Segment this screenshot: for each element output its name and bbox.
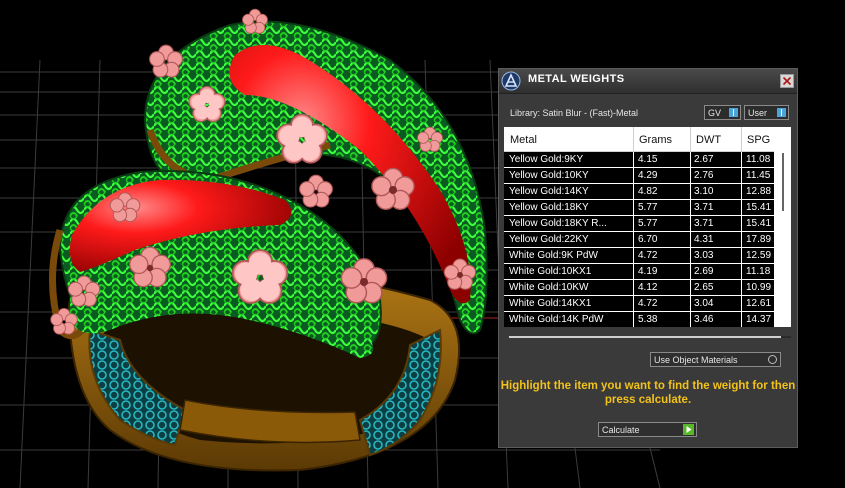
grams-cell: 5.38 [638,314,658,325]
dwt-cell: 3.03 [694,250,714,261]
play-arrow-icon [683,424,694,435]
table-row[interactable]: Yellow Gold:22KY 6.70 4.31 17.89 [504,232,774,248]
header-metal[interactable]: Metal [510,134,537,146]
table-row[interactable]: Yellow Gold:14KY 4.82 3.10 12.88 [504,184,774,200]
header-grams[interactable]: Grams [639,134,672,146]
header-dwt[interactable]: DWT [696,134,721,146]
spg-cell: 17.89 [746,234,772,245]
grams-cell: 4.12 [638,282,658,293]
dwt-cell: 3.71 [694,202,714,213]
metal-weights-table: Metal Grams DWT SPG Yellow Gold:9KY 4.15 2… [504,127,791,327]
dwt-cell: 3.10 [694,186,714,197]
spg-cell: 15.41 [746,202,772,213]
metal-cell: Yellow Gold:22KY [509,234,589,245]
close-icon [782,76,792,86]
spg-cell: 11.08 [746,154,771,165]
panel-titlebar[interactable]: METAL WEIGHTS [499,69,797,94]
dwt-cell: 2.76 [694,170,714,181]
ring-model[interactable] [49,8,488,472]
use-object-materials-toggle[interactable]: Use Object Materials [650,352,781,367]
grams-cell: 4.29 [638,170,658,181]
table-row[interactable]: White Gold:14KX1 4.72 3.04 12.61 [504,296,774,312]
dwt-cell: 3.04 [694,298,714,309]
table-row[interactable]: Yellow Gold:10KY 4.29 2.76 11.45 [504,168,774,184]
horizontal-scroll-thumb[interactable] [509,336,781,338]
grams-cell: 4.82 [638,186,658,197]
spg-cell: 14.37 [746,314,772,325]
instruction-text: Highlight the item you want to find the … [500,380,796,406]
metal-cell: Yellow Gold:18KY R... [509,218,607,229]
gv-toggle-label: GV [708,108,722,118]
close-button[interactable] [780,74,794,88]
vertical-scrollbar[interactable] [775,127,791,327]
calculate-button[interactable]: Calculate [598,422,697,437]
table-row[interactable]: Yellow Gold:9KY 4.15 2.67 11.08 [504,152,774,168]
table-row[interactable]: White Gold:14K PdW 5.38 3.46 14.37 [504,312,774,327]
grams-cell: 4.72 [638,298,658,309]
metal-cell: White Gold:10KX1 [509,266,592,277]
grams-cell: 6.70 [638,234,658,245]
dwt-cell: 2.69 [694,266,714,277]
gv-toggle[interactable]: GV [704,105,741,120]
dwt-cell: 2.67 [694,154,714,165]
library-label: Library: Satin Blur - (Fast)-Metal [510,108,639,118]
table-header: Metal Grams DWT SPG [504,127,774,152]
metal-cell: White Gold:14K PdW [509,314,604,325]
dwt-cell: 3.46 [694,314,714,325]
table-row[interactable]: White Gold:9K PdW 4.72 3.03 12.59 [504,248,774,264]
grams-cell: 5.77 [638,218,658,229]
dwt-cell: 4.31 [694,234,714,245]
grams-cell: 4.15 [638,154,658,165]
table-row[interactable]: White Gold:10KX1 4.19 2.69 11.18 [504,264,774,280]
spg-cell: 12.61 [746,298,772,309]
vertical-scroll-thumb[interactable] [782,153,784,211]
radio-circle-icon [768,355,777,364]
metal-cell: White Gold:10KW [509,282,589,293]
grams-cell: 4.19 [638,266,658,277]
panel-title: METAL WEIGHTS [528,73,625,85]
metal-weights-app-icon [501,71,521,91]
user-toggle[interactable]: User [744,105,789,120]
dwt-cell: 2.65 [694,282,714,293]
metal-cell: Yellow Gold:18KY [509,202,589,213]
use-object-materials-label: Use Object Materials [654,355,738,365]
spg-cell: 15.41 [746,218,772,229]
user-toggle-indicator [777,108,786,117]
user-toggle-label: User [748,108,768,118]
spg-cell: 12.88 [746,186,772,197]
dwt-cell: 3.71 [694,218,714,229]
table-row[interactable]: Yellow Gold:18KY R... 5.77 3.71 15.41 [504,216,774,232]
metal-weights-panel: METAL WEIGHTS Library: Satin Blur - (Fas… [498,68,798,448]
metal-cell: Yellow Gold:14KY [509,186,589,197]
grams-cell: 5.77 [638,202,658,213]
spg-cell: 11.45 [746,170,771,181]
grams-cell: 4.72 [638,250,658,261]
metal-cell: White Gold:9K PdW [509,250,598,261]
header-spg[interactable]: SPG [747,134,770,146]
metal-cell: Yellow Gold:10KY [509,170,589,181]
table-row[interactable]: White Gold:10KW 4.12 2.65 10.99 [504,280,774,296]
calculate-label: Calculate [602,425,640,435]
gv-toggle-indicator [729,108,738,117]
spg-cell: 11.18 [746,266,771,277]
spg-cell: 12.59 [746,250,772,261]
metal-cell: Yellow Gold:9KY [509,154,584,165]
horizontal-scrollbar[interactable] [509,336,791,338]
table-row[interactable]: Yellow Gold:18KY 5.77 3.71 15.41 [504,200,774,216]
metal-cell: White Gold:14KX1 [509,298,592,309]
spg-cell: 10.99 [746,282,772,293]
